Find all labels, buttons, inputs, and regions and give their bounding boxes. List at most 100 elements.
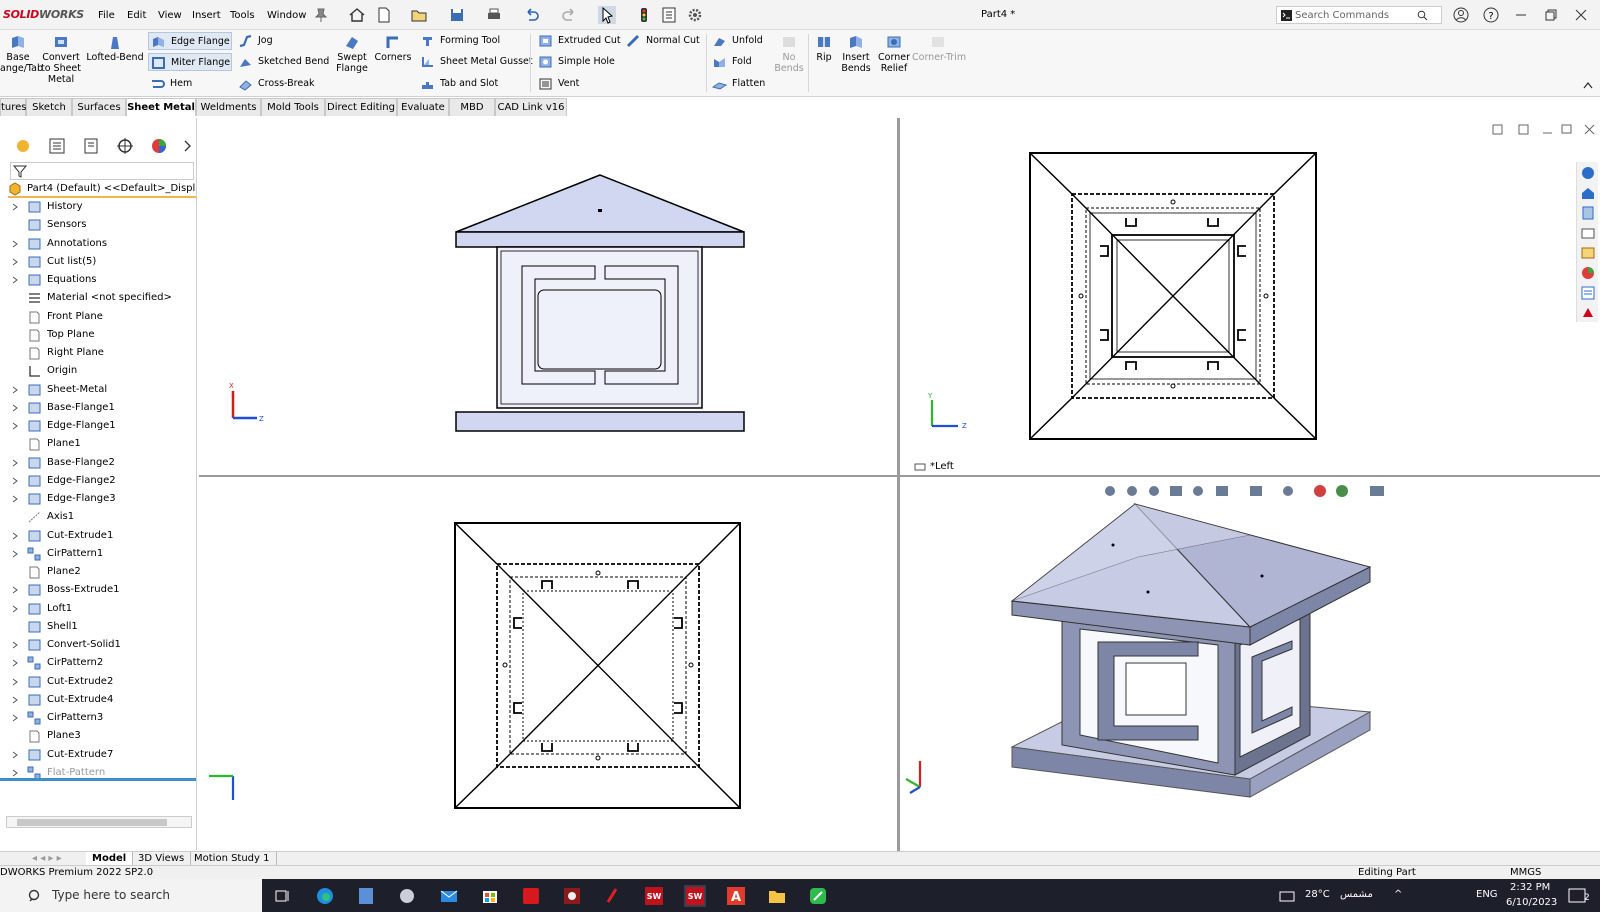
calculator-icon[interactable] (355, 885, 377, 907)
convert-to-sheet-metal-button[interactable]: Convert to Sheet Metal (40, 34, 82, 85)
sketched-bend-button[interactable]: Sketched Bend (236, 53, 329, 71)
sheet-metal-gusset-button[interactable]: Sheet Metal Gusset (418, 53, 533, 71)
menu-insert[interactable]: Insert (192, 10, 221, 21)
tree-item-top-plane[interactable]: Top Plane (0, 326, 196, 344)
design-library-icon[interactable] (1580, 185, 1596, 201)
tree-item-material-not-specified[interactable]: Material <not specified> (0, 289, 196, 307)
language-indicator[interactable]: ENG (1476, 889, 1498, 900)
expand-arrow-icon[interactable] (12, 477, 18, 485)
unfold-button[interactable]: Unfold (710, 32, 763, 50)
solidworks-2021-icon[interactable]: SW (643, 885, 665, 907)
menu-tools[interactable]: Tools (230, 10, 255, 21)
app-red-icon[interactable] (602, 885, 624, 907)
undo-icon[interactable] (523, 6, 541, 24)
expand-arrow-icon[interactable] (12, 459, 18, 467)
tab-direct-editing[interactable]: Direct Editing (325, 98, 397, 116)
tree-item-cirpattern3[interactable]: CirPattern3 (0, 709, 196, 727)
solidworks-2022-icon[interactable]: SW (684, 885, 706, 907)
open-folder-icon[interactable] (410, 6, 428, 24)
file-properties-icon[interactable] (660, 6, 678, 24)
tree-item-edge-flange1[interactable]: Edge-Flange1 (0, 417, 196, 435)
user-account-icon[interactable] (1452, 6, 1470, 24)
expand-arrow-icon[interactable] (12, 714, 18, 722)
tab-mbd[interactable]: MBD (449, 98, 495, 116)
tree-item-origin[interactable]: Origin (0, 362, 196, 380)
miter-flange-button[interactable]: Miter Flange (148, 53, 232, 71)
tree-item-base-flange2[interactable]: Base-Flange2 (0, 454, 196, 472)
expand-arrow-icon[interactable] (12, 495, 18, 503)
tab-mold-tools[interactable]: Mold Tools (261, 98, 325, 116)
redo-icon[interactable] (560, 6, 578, 24)
configuration-manager-icon[interactable] (80, 136, 102, 156)
tree-item-plane2[interactable]: Plane2 (0, 563, 196, 581)
tree-item-axis1[interactable]: Axis1 (0, 508, 196, 526)
acrobat-icon[interactable] (520, 885, 542, 907)
pin-icon[interactable] (312, 6, 330, 24)
tree-item-history[interactable]: History (0, 198, 196, 216)
traffic-light-icon[interactable] (635, 6, 653, 24)
base-flange-button[interactable]: Base ange/Tab (0, 34, 43, 74)
normal-cut-button[interactable]: Normal Cut (624, 32, 700, 50)
expand-arrow-icon[interactable] (12, 276, 18, 284)
weather-temp[interactable]: 28°C (1305, 889, 1330, 900)
edge-flange-button[interactable]: Edge Flange (148, 32, 232, 50)
tab-cad-link[interactable]: CAD Link v16 (495, 98, 567, 116)
search-icon[interactable] (1417, 10, 1428, 21)
expand-panel-icon[interactable] (176, 136, 198, 156)
tree-item-loft1[interactable]: Loft1 (0, 600, 196, 618)
dimxpert-icon[interactable] (114, 136, 136, 156)
edge-browser-icon[interactable] (314, 885, 336, 907)
expand-arrow-icon[interactable] (12, 605, 18, 613)
cross-break-button[interactable]: Cross-Break (236, 75, 315, 93)
expand-arrow-icon[interactable] (12, 240, 18, 248)
taskbar-search[interactable]: Type here to search (0, 879, 262, 912)
solidworks-resources-icon[interactable] (1580, 165, 1596, 181)
collapse-ribbon-icon[interactable] (1582, 80, 1594, 90)
fold-button[interactable]: Fold (710, 53, 752, 71)
tree-item-edge-flange2[interactable]: Edge-Flange2 (0, 472, 196, 490)
tab-model[interactable]: Model (86, 852, 134, 866)
extruded-cut-button[interactable]: Extruded Cut (536, 32, 621, 50)
minimize-icon[interactable] (1512, 6, 1530, 24)
tree-root-part[interactable]: Part4 (Default) <<Default>_Display Sta (8, 180, 196, 198)
tree-item-plane3[interactable]: Plane3 (0, 727, 196, 745)
corners-button[interactable]: Corners (374, 34, 412, 63)
tray-chevron-icon[interactable]: ^ (1394, 889, 1402, 900)
tree-item-equations[interactable]: Equations (0, 271, 196, 289)
app-icon[interactable] (396, 885, 418, 907)
viewport-left[interactable]: YZ *Left (900, 118, 1600, 475)
file-explorer-icon[interactable] (766, 885, 788, 907)
expand-arrow-icon[interactable] (12, 203, 18, 211)
tree-item-sheet-metal[interactable]: Sheet-Metal (0, 381, 196, 399)
tree-item-sensors[interactable]: Sensors (0, 216, 196, 234)
simple-hole-button[interactable]: Simple Hole (536, 53, 615, 71)
insert-bends-button[interactable]: Insert Bends (838, 34, 874, 74)
appearances-icon[interactable] (1580, 245, 1596, 261)
store-icon[interactable] (479, 885, 501, 907)
solidworks-logo[interactable]: SOLIDWORKS (3, 8, 84, 21)
weather-icon[interactable] (1276, 885, 1298, 907)
tree-item-cut-list-5[interactable]: Cut list(5) (0, 253, 196, 271)
tab-sheet-metal[interactable]: Sheet Metal (126, 98, 196, 116)
solidworks-forum-icon[interactable] (1580, 305, 1596, 321)
tree-rollback-bar[interactable] (0, 778, 196, 781)
new-document-icon[interactable] (375, 6, 393, 24)
expand-arrow-icon[interactable] (12, 404, 18, 412)
tree-item-cirpattern1[interactable]: CirPattern1 (0, 545, 196, 563)
jog-button[interactable]: Jog (236, 32, 273, 50)
file-explorer-icon[interactable] (1580, 205, 1596, 221)
menu-edit[interactable]: Edit (127, 10, 146, 21)
tree-item-cut-extrude4[interactable]: Cut-Extrude4 (0, 691, 196, 709)
tab-weldments[interactable]: Weldments (196, 98, 261, 116)
tab-sketch[interactable]: Sketch (26, 98, 72, 116)
status-units[interactable]: MMGS (1510, 866, 1541, 879)
autocad-icon[interactable]: A (725, 885, 747, 907)
tab-evaluate[interactable]: Evaluate (397, 98, 449, 116)
mail-icon[interactable] (438, 885, 460, 907)
print-icon[interactable] (485, 6, 503, 24)
corner-trim-button[interactable]: Corner-Trim (912, 34, 966, 63)
tree-filter[interactable] (10, 162, 194, 180)
recorder-icon[interactable] (561, 885, 583, 907)
viewport-top[interactable] (199, 477, 897, 851)
menu-window[interactable]: Window (267, 10, 306, 21)
